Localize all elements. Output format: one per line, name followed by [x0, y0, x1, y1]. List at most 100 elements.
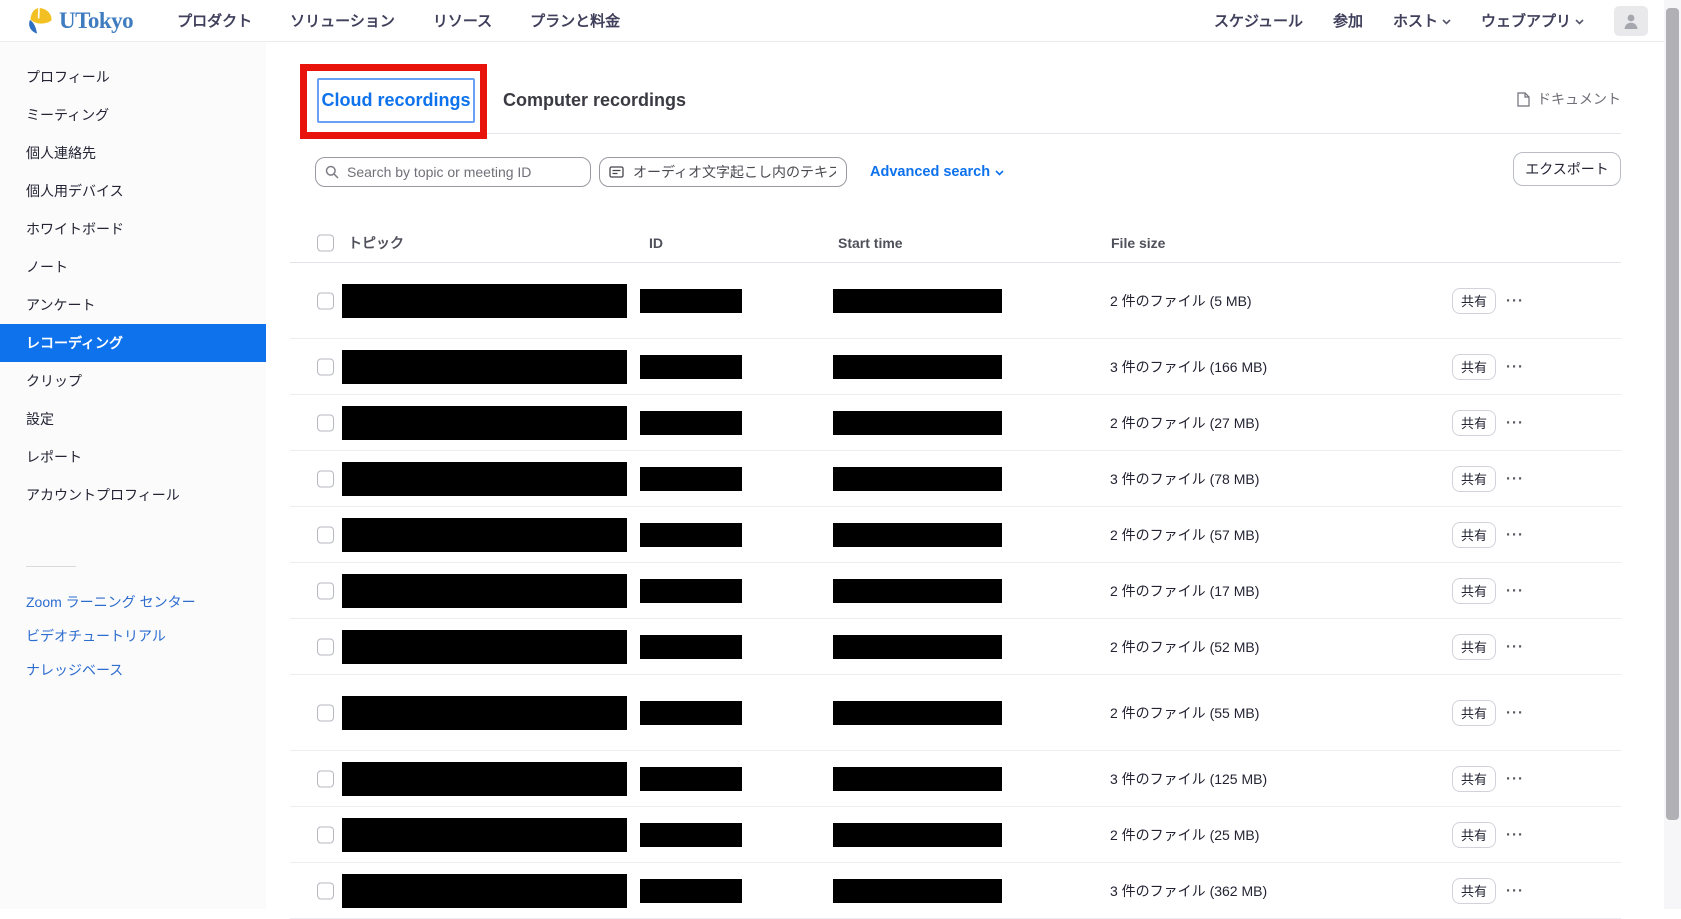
- sidebar-item-5[interactable]: ノート: [0, 248, 266, 286]
- tab-cloud-recordings[interactable]: Cloud recordings: [317, 78, 475, 123]
- sidebar-item-2[interactable]: 個人連絡先: [0, 134, 266, 172]
- row-checkbox[interactable]: [317, 882, 334, 899]
- more-options-icon[interactable]: ···: [1506, 526, 1524, 543]
- select-all-checkbox[interactable]: [317, 235, 334, 252]
- share-button[interactable]: 共有: [1452, 410, 1496, 436]
- redacted-topic[interactable]: [342, 462, 627, 496]
- row-checkbox[interactable]: [317, 770, 334, 787]
- page-scrollbar[interactable]: [1664, 0, 1681, 909]
- file-size-text: 2 件のファイル (27 MB): [1110, 413, 1259, 433]
- more-options-icon[interactable]: ···: [1506, 770, 1524, 787]
- sidebar-item-3[interactable]: 個人用デバイス: [0, 172, 266, 210]
- redacted-meeting-id: [640, 823, 742, 847]
- more-options-icon[interactable]: ···: [1506, 414, 1524, 431]
- redacted-meeting-id: [640, 467, 742, 491]
- share-button[interactable]: 共有: [1452, 578, 1496, 604]
- sidebar-item-7[interactable]: レコーディング: [0, 324, 266, 362]
- more-options-icon[interactable]: ···: [1506, 292, 1524, 309]
- sidebar-item-4[interactable]: ホワイトボード: [0, 210, 266, 248]
- more-options-icon[interactable]: ···: [1506, 582, 1524, 599]
- row-checkbox[interactable]: [317, 704, 334, 721]
- redacted-meeting-id: [640, 289, 742, 313]
- navbar-right-item-0[interactable]: スケジュール: [1214, 10, 1303, 31]
- row-checkbox[interactable]: [317, 826, 334, 843]
- column-header-id: ID: [649, 235, 663, 251]
- nav-item-1[interactable]: ソリューション: [290, 10, 395, 31]
- sidebar-link-1[interactable]: ビデオチュートリアル: [0, 619, 266, 653]
- share-button[interactable]: 共有: [1452, 288, 1496, 314]
- search-topic-input[interactable]: [315, 157, 591, 187]
- redacted-topic[interactable]: [342, 518, 627, 552]
- avatar[interactable]: [1614, 6, 1648, 36]
- chevron-down-icon: [1442, 19, 1451, 25]
- share-button[interactable]: 共有: [1452, 634, 1496, 660]
- redacted-meeting-id: [640, 523, 742, 547]
- tab-computer-recordings[interactable]: Computer recordings: [503, 78, 686, 123]
- share-button[interactable]: 共有: [1452, 354, 1496, 380]
- more-options-icon[interactable]: ···: [1506, 470, 1524, 487]
- search-transcript-input[interactable]: [599, 157, 847, 187]
- row-checkbox[interactable]: [317, 292, 334, 309]
- redacted-start-time: [833, 579, 1002, 603]
- redacted-topic[interactable]: [342, 762, 627, 796]
- sidebar-item-8[interactable]: クリップ: [0, 362, 266, 400]
- sidebar-item-1[interactable]: ミーティング: [0, 96, 266, 134]
- redacted-topic[interactable]: [342, 696, 627, 730]
- file-size-text: 3 件のファイル (78 MB): [1110, 469, 1259, 489]
- redacted-topic[interactable]: [342, 350, 627, 384]
- column-header-start-time: Start time: [838, 235, 903, 251]
- share-button[interactable]: 共有: [1452, 766, 1496, 792]
- table-row: 3 件のファイル (125 MB) 共有 ···: [290, 751, 1621, 807]
- sidebar-item-9[interactable]: 設定: [0, 400, 266, 438]
- share-button[interactable]: 共有: [1452, 700, 1496, 726]
- redacted-topic[interactable]: [342, 874, 627, 908]
- sidebar-item-11[interactable]: アカウントプロフィール: [0, 476, 266, 514]
- share-button[interactable]: 共有: [1452, 878, 1496, 904]
- top-navbar: UTokyo プロダクト ソリューション リソース プランと料金 スケジュール 参加 ホス…: [0, 0, 1681, 42]
- documentation-link[interactable]: ドキュメント: [1517, 89, 1621, 109]
- sidebar-item-10[interactable]: レポート: [0, 438, 266, 476]
- redacted-topic[interactable]: [342, 284, 627, 318]
- ginkgo-leaf-icon: [24, 6, 54, 35]
- row-checkbox[interactable]: [317, 526, 334, 543]
- sidebar-item-6[interactable]: アンケート: [0, 286, 266, 324]
- sidebar-item-0[interactable]: プロフィール: [0, 58, 266, 96]
- row-checkbox[interactable]: [317, 582, 334, 599]
- redacted-topic[interactable]: [342, 574, 627, 608]
- redacted-topic[interactable]: [342, 818, 627, 852]
- navbar-right-item-2[interactable]: ホスト: [1393, 10, 1451, 31]
- export-button[interactable]: エクスポート: [1513, 152, 1621, 186]
- navbar-right-item-1[interactable]: 参加: [1333, 10, 1363, 31]
- share-button[interactable]: 共有: [1452, 522, 1496, 548]
- more-options-icon[interactable]: ···: [1506, 704, 1524, 721]
- more-options-icon[interactable]: ···: [1506, 638, 1524, 655]
- table-row: 2 件のファイル (25 MB) 共有 ···: [290, 807, 1621, 863]
- redacted-topic[interactable]: [342, 406, 627, 440]
- sidebar-link-0[interactable]: Zoom ラーニング センター: [0, 585, 266, 619]
- file-size-text: 2 件のファイル (57 MB): [1110, 525, 1259, 545]
- row-checkbox[interactable]: [317, 358, 334, 375]
- search-transcript-wrap: [599, 157, 847, 187]
- redacted-topic[interactable]: [342, 630, 627, 664]
- row-checkbox[interactable]: [317, 638, 334, 655]
- row-checkbox[interactable]: [317, 470, 334, 487]
- more-options-icon[interactable]: ···: [1506, 358, 1524, 375]
- redacted-start-time: [833, 823, 1002, 847]
- more-options-icon[interactable]: ···: [1506, 882, 1524, 899]
- file-size-text: 2 件のファイル (17 MB): [1110, 581, 1259, 601]
- share-button[interactable]: 共有: [1452, 466, 1496, 492]
- advanced-search-link[interactable]: Advanced search: [870, 157, 1004, 187]
- file-size-text: 3 件のファイル (125 MB): [1110, 769, 1267, 789]
- redacted-meeting-id: [640, 767, 742, 791]
- nav-item-2[interactable]: リソース: [433, 10, 492, 31]
- more-options-icon[interactable]: ···: [1506, 826, 1524, 843]
- row-checkbox[interactable]: [317, 414, 334, 431]
- share-button[interactable]: 共有: [1452, 822, 1496, 848]
- utokyo-logo[interactable]: UTokyo: [24, 6, 133, 35]
- navbar-right-menu: スケジュール 参加 ホスト ウェブアプリ: [1214, 10, 1584, 31]
- scrollbar-thumb[interactable]: [1666, 8, 1679, 820]
- nav-item-0[interactable]: プロダクト: [177, 10, 252, 31]
- nav-item-3[interactable]: プランと料金: [530, 10, 620, 31]
- sidebar-link-2[interactable]: ナレッジベース: [0, 653, 266, 687]
- navbar-right-item-3[interactable]: ウェブアプリ: [1481, 10, 1584, 31]
